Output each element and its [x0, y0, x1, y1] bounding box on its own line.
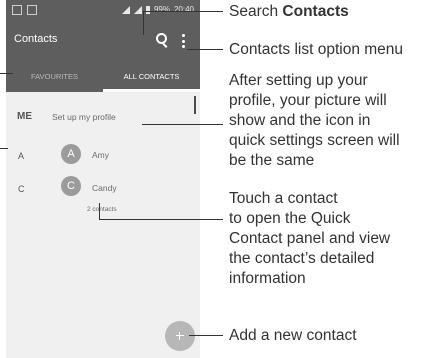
callout-profile: After setting up your profile, your pict… — [229, 72, 400, 169]
contact-count: 2 contacts — [87, 206, 117, 213]
leader-line-search — [143, 11, 144, 35]
section-letter-c: C — [18, 184, 25, 194]
search-icon[interactable] — [156, 33, 167, 44]
battery-level: 99% — [153, 5, 170, 14]
leader-line-contact — [99, 203, 100, 219]
tab-all-contacts[interactable]: ALL CONTACTS — [103, 60, 200, 92]
section-letter-a: A — [18, 151, 25, 161]
avatar[interactable]: C — [61, 176, 81, 196]
notification-icon — [12, 5, 22, 15]
callout-touch-contact: Touch a contact to open the Quick Contac… — [229, 190, 391, 287]
contact-name[interactable]: Candy — [92, 183, 117, 193]
contact-name[interactable]: Amy — [92, 150, 109, 160]
me-label: ME — [17, 111, 32, 122]
leader-line-options-menu — [187, 49, 223, 50]
phone-screen: 99% 20:40 Contacts FAVOURITES ALL CONTAC… — [6, 0, 200, 358]
tab-bar: FAVOURITES ALL CONTACTS — [6, 60, 200, 92]
tab-favourites[interactable]: FAVOURITES — [6, 60, 103, 92]
leader-line-profile — [142, 124, 223, 125]
leader-line-contact-list — [0, 148, 8, 149]
scrollbar[interactable] — [194, 96, 196, 114]
leader-line-add-contact — [189, 335, 223, 336]
avatar[interactable]: A — [61, 144, 81, 164]
set-up-profile-link[interactable]: Set up my profile — [52, 112, 116, 122]
image-notification-icon — [27, 5, 37, 15]
cell-signal-icon — [133, 5, 142, 14]
app-title: Contacts — [14, 33, 58, 45]
add-contact-button[interactable] — [165, 321, 195, 351]
app-toolbar: Contacts — [6, 22, 200, 60]
callout-options-menu: Contacts list option menu — [229, 41, 404, 58]
plus-icon — [176, 335, 184, 336]
callout-search: Search Contacts — [229, 3, 349, 20]
wifi-signal-icon — [121, 5, 130, 14]
active-tab-indicator — [103, 89, 200, 92]
leader-line-favourites — [0, 73, 13, 74]
status-time: 20:40 — [173, 5, 194, 14]
overflow-menu-icon[interactable] — [182, 34, 185, 48]
callout-add-contact: Add a new contact — [229, 327, 357, 344]
battery-icon — [145, 5, 150, 14]
